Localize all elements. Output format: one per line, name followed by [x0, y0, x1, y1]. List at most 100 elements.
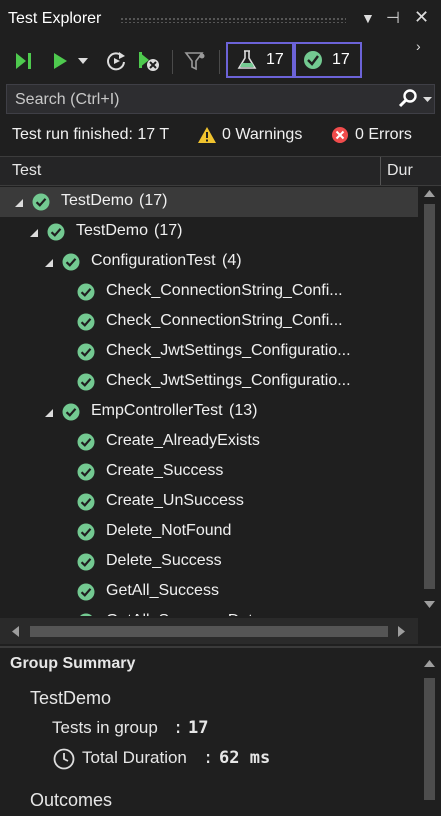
tests-in-group-label: Tests in group — [52, 718, 158, 737]
run-button[interactable] — [46, 48, 74, 74]
passed-check-icon — [79, 613, 93, 616]
filter-button[interactable] — [181, 48, 209, 74]
scrollbar-corner — [418, 618, 441, 644]
horizontal-scroll-thumb[interactable] — [30, 626, 388, 637]
tree-test-row[interactable]: Delete_Success — [0, 547, 418, 577]
title-bar: Test Explorer ▼ ⊣ ✕ — [0, 0, 441, 38]
expand-triangle-icon[interactable] — [44, 258, 54, 268]
tree-test-row[interactable]: Create_UnSuccess — [0, 487, 418, 517]
tests-in-group-value: 17 — [188, 718, 209, 738]
toolbar: 17 17 › — [0, 38, 441, 82]
column-divider[interactable] — [380, 157, 381, 185]
run-dropdown-button[interactable] — [74, 48, 92, 74]
passed-check-icon — [77, 433, 95, 451]
vertical-scrollbar[interactable] — [418, 186, 441, 616]
close-icon[interactable]: ✕ — [414, 7, 429, 28]
passed-check-icon — [77, 343, 95, 361]
passed-check-icon — [77, 493, 95, 511]
passed-check-icon — [32, 193, 50, 211]
passed-tests-counter[interactable]: 17 — [294, 42, 362, 78]
window-title: Test Explorer — [8, 10, 102, 27]
column-test[interactable]: Test — [12, 162, 41, 180]
tree-item-label: GetAll_Success_Data... — [106, 612, 275, 616]
column-header: Test Dur — [0, 156, 441, 186]
tree-group-row[interactable]: TestDemo (17) — [0, 217, 418, 247]
tree-item-label: EmpControllerTest — [91, 402, 223, 419]
warnings-count[interactable]: 0 Warnings — [222, 126, 302, 144]
drag-grip[interactable] — [120, 17, 346, 23]
run-all-icon — [16, 53, 31, 69]
cancel-run-button[interactable] — [134, 48, 162, 74]
tree-test-row[interactable]: Check_ConnectionString_Confi... — [0, 307, 418, 337]
tree-item-label: Create_UnSuccess — [106, 492, 244, 509]
pin-icon[interactable]: ⊣ — [386, 8, 400, 28]
errors-count[interactable]: 0 Errors — [355, 126, 412, 144]
tree-item-label: Check_JwtSettings_Configuratio... — [106, 342, 351, 359]
tree-test-row[interactable]: Create_Success — [0, 457, 418, 487]
tree-item-label: Create_AlreadyExists — [106, 432, 260, 449]
scroll-left-arrow-icon[interactable] — [12, 626, 19, 637]
label-colon: : — [173, 718, 184, 738]
search-placeholder: Search (Ctrl+I) — [15, 91, 120, 108]
column-duration[interactable]: Dur — [387, 162, 417, 180]
scroll-up-arrow-icon[interactable] — [424, 190, 435, 197]
toolbar-separator — [219, 50, 220, 74]
total-duration-value: 62 ms — [219, 748, 271, 768]
cancel-run-icon — [139, 52, 159, 71]
tree-test-row[interactable]: GetAll_Success — [0, 577, 418, 607]
tree-test-row[interactable]: Check_ConnectionString_Confi... — [0, 277, 418, 307]
vertical-scroll-thumb[interactable] — [424, 204, 435, 589]
search-input[interactable]: Search (Ctrl+I) — [6, 84, 435, 114]
tree-test-row[interactable]: Delete_NotFound — [0, 517, 418, 547]
passed-check-icon — [77, 463, 95, 481]
tree-item-label: Check_ConnectionString_Confi... — [106, 312, 343, 329]
scroll-right-arrow-icon[interactable] — [398, 626, 405, 637]
passed-check-icon — [77, 313, 95, 331]
expand-triangle-icon[interactable] — [14, 198, 24, 208]
tree-item-label: Check_JwtSettings_Configuratio... — [106, 372, 351, 389]
total-duration-label: Total Duration — [82, 748, 187, 767]
rerun-button[interactable] — [102, 48, 130, 74]
test-tree: TestDemo (17) TestDemo (17) ConfigurationTes… — [0, 186, 418, 616]
run-all-button[interactable] — [10, 48, 38, 74]
summary-scroll-up-arrow-icon[interactable] — [424, 660, 435, 667]
passed-check-icon — [62, 253, 80, 271]
group-name: TestDemo — [30, 688, 112, 708]
tree-item-label: GetAll_Success — [106, 582, 219, 599]
tree-test-row[interactable]: GetAll_Success_Data... — [0, 607, 418, 616]
total-tests-counter[interactable]: 17 — [226, 42, 294, 78]
search-options-chevron-icon[interactable] — [423, 97, 432, 103]
group-summary-heading: Group Summary — [10, 655, 136, 672]
tree-group-row[interactable]: TestDemo (17) — [0, 187, 418, 217]
tree-test-row[interactable]: Check_JwtSettings_Configuratio... — [0, 367, 418, 397]
toolbar-separator — [172, 50, 173, 74]
tree-item-label: TestDemo — [76, 222, 149, 239]
tree-item-label: TestDemo — [61, 192, 134, 209]
passed-check-icon — [77, 523, 95, 541]
passed-tests-count: 17 — [332, 51, 350, 68]
status-bar: Test run finished: 17 T 0 Warnings 0 Err… — [0, 120, 441, 150]
scroll-down-arrow-icon[interactable] — [424, 601, 435, 608]
dropdown-arrow-icon[interactable]: ▼ — [361, 10, 375, 26]
search-icon[interactable] — [397, 88, 419, 110]
tree-item-label: ConfigurationTest — [91, 252, 216, 269]
tree-item-label: Check_ConnectionString_Confi... — [106, 282, 343, 299]
horizontal-scrollbar[interactable] — [0, 618, 418, 644]
tree-test-row[interactable]: Create_AlreadyExists — [0, 427, 418, 457]
passed-check-icon — [77, 553, 95, 571]
expand-triangle-icon[interactable] — [44, 408, 54, 418]
summary-scrollbar[interactable] — [418, 648, 441, 816]
tree-group-row[interactable]: ConfigurationTest (4) — [0, 247, 418, 277]
total-tests-count: 17 — [266, 51, 284, 68]
tree-item-label: Delete_NotFound — [106, 522, 232, 539]
rerun-icon — [107, 52, 125, 71]
tree-test-row[interactable]: Check_JwtSettings_Configuratio... — [0, 337, 418, 367]
tree-group-row[interactable]: EmpControllerTest (13) — [0, 397, 418, 427]
tree-item-count: (17) — [154, 222, 183, 239]
summary-scroll-thumb[interactable] — [424, 678, 435, 800]
expand-triangle-icon[interactable] — [29, 228, 39, 238]
outcomes-label[interactable]: Outcomes — [30, 790, 112, 811]
passed-check-icon — [47, 223, 65, 241]
run-icon — [54, 53, 67, 69]
overflow-icon[interactable]: › — [416, 38, 421, 54]
